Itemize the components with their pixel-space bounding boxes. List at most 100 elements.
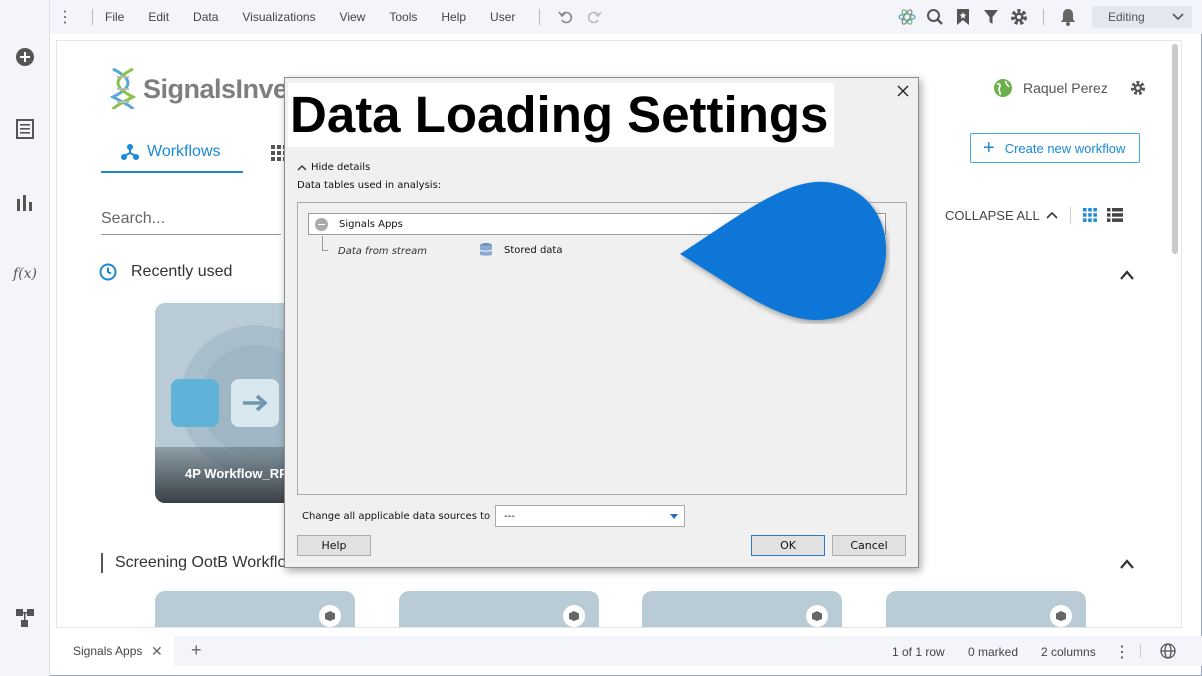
chevron-up-icon bbox=[297, 164, 307, 170]
screening-section-label: Screening OotB Workflow bbox=[115, 554, 298, 571]
menu-data[interactable]: Data bbox=[181, 10, 230, 24]
tree-connector bbox=[322, 236, 328, 251]
recently-used-label: Recently used bbox=[131, 263, 233, 280]
plus-icon: + bbox=[983, 137, 995, 159]
hide-details-label: Hide details bbox=[311, 162, 371, 173]
menu-edit[interactable]: Edit bbox=[136, 10, 181, 24]
workflow-card[interactable] bbox=[886, 591, 1086, 627]
scrollbar-thumb[interactable] bbox=[1172, 44, 1178, 254]
dna-logo-icon bbox=[109, 67, 137, 110]
divider bbox=[539, 9, 541, 25]
undo-icon[interactable] bbox=[552, 3, 580, 31]
data-table-icon[interactable] bbox=[13, 117, 37, 141]
collapse-icon[interactable] bbox=[315, 218, 328, 231]
recently-used-header: Recently used bbox=[99, 263, 232, 281]
cancel-button[interactable]: Cancel bbox=[832, 535, 906, 556]
data-source-value: --- bbox=[504, 510, 515, 522]
stored-data-option[interactable]: Stored data bbox=[478, 242, 562, 258]
section-marker bbox=[101, 553, 103, 573]
settings-icon[interactable] bbox=[1005, 3, 1033, 31]
notification-bell-icon[interactable] bbox=[1054, 3, 1082, 31]
search-icon[interactable] bbox=[921, 3, 949, 31]
tab-workflows-label: Workflows bbox=[147, 143, 221, 160]
menu-view[interactable]: View bbox=[328, 10, 378, 24]
logo: SignalsInve bbox=[105, 67, 288, 111]
add-page-icon[interactable]: + bbox=[191, 640, 202, 661]
tab-workflows[interactable]: Workflows bbox=[101, 133, 243, 173]
menu-help[interactable]: Help bbox=[429, 10, 478, 24]
dropdown-arrow-icon bbox=[670, 514, 678, 519]
status-bar: Signals Apps ✕ + 1 of 1 row 0 marked 2 c… bbox=[56, 636, 1202, 666]
redo-icon[interactable] bbox=[580, 3, 608, 31]
divider bbox=[1069, 207, 1071, 223]
settings-icon[interactable] bbox=[1130, 80, 1146, 96]
change-sources-label: Change all applicable data sources to bbox=[302, 511, 491, 522]
data-source-select[interactable]: --- bbox=[495, 505, 685, 527]
chevron-up-icon[interactable] bbox=[1046, 211, 1058, 219]
help-button[interactable]: Help bbox=[297, 535, 371, 556]
card-node bbox=[231, 379, 279, 427]
more-vertical-icon[interactable]: ⋮ bbox=[1114, 642, 1130, 662]
filter-icon[interactable] bbox=[977, 3, 1005, 31]
left-rail: f(x) bbox=[0, 0, 50, 676]
globe-icon[interactable] bbox=[1160, 643, 1176, 659]
divider bbox=[1043, 9, 1044, 25]
chevron-up-icon[interactable] bbox=[1119, 269, 1135, 281]
page-tab-label: Signals Apps bbox=[73, 644, 143, 658]
more-vertical-icon[interactable]: ⋮ bbox=[50, 7, 80, 27]
view-tabs: Workflows bbox=[101, 133, 299, 173]
menu-user[interactable]: User bbox=[478, 10, 527, 24]
screening-section-header: Screening OotB Workflow bbox=[101, 553, 298, 573]
user-name: Raquel Perez bbox=[1023, 80, 1108, 96]
bookmark-icon[interactable] bbox=[949, 3, 977, 31]
create-workflow-button[interactable]: + Create new workflow bbox=[970, 133, 1140, 163]
source-label: Data from stream bbox=[338, 246, 427, 257]
menu-tools[interactable]: Tools bbox=[377, 10, 429, 24]
bar-chart-icon[interactable] bbox=[13, 190, 37, 214]
mode-select[interactable]: Editing bbox=[1092, 6, 1192, 28]
stored-data-label: Stored data bbox=[504, 244, 563, 256]
logo-text: SignalsInve bbox=[143, 73, 288, 104]
collapse-toolbar: COLLAPSE ALL bbox=[945, 207, 1123, 223]
page-tab[interactable]: Signals Apps ✕ bbox=[56, 636, 174, 666]
atom-icon[interactable] bbox=[893, 3, 921, 31]
user-menu[interactable]: Raquel Perez bbox=[993, 78, 1146, 98]
search-input[interactable]: Search... bbox=[101, 207, 281, 235]
menu-visualizations[interactable]: Visualizations bbox=[230, 10, 327, 24]
card-title: 4P Workflow_RP bbox=[185, 466, 288, 481]
chevron-down-icon bbox=[1172, 13, 1184, 21]
add-icon[interactable] bbox=[13, 45, 37, 69]
workflow-card[interactable] bbox=[155, 591, 355, 627]
hierarchy-icon[interactable] bbox=[13, 606, 37, 630]
list-view-icon[interactable] bbox=[1106, 208, 1123, 222]
database-icon bbox=[479, 243, 493, 256]
package-icon bbox=[319, 605, 341, 627]
grid-view-icon[interactable] bbox=[1082, 208, 1097, 222]
workflow-card[interactable] bbox=[642, 591, 842, 627]
drop-marker bbox=[680, 181, 887, 320]
divider bbox=[92, 9, 93, 25]
hide-details-toggle[interactable]: Hide details bbox=[297, 162, 370, 173]
marked-count: 0 marked bbox=[968, 645, 1019, 659]
collapse-all-button[interactable]: COLLAPSE ALL bbox=[945, 208, 1040, 223]
table-name: Signals Apps bbox=[339, 218, 403, 230]
create-workflow-label: Create new workflow bbox=[1004, 140, 1126, 156]
function-icon[interactable]: f(x) bbox=[13, 262, 37, 286]
divider bbox=[1140, 644, 1141, 658]
chevron-up-icon[interactable] bbox=[1119, 558, 1135, 570]
dialog-title: Data Loading Settings bbox=[288, 83, 835, 147]
mode-select-value: Editing bbox=[1108, 10, 1145, 24]
menubar-right: Editing bbox=[893, 0, 1192, 34]
arrow-right-icon bbox=[243, 394, 268, 412]
globe-icon bbox=[994, 79, 1012, 97]
workflow-card[interactable] bbox=[399, 591, 599, 627]
ok-button[interactable]: OK bbox=[751, 535, 825, 556]
column-count: 2 columns bbox=[1041, 645, 1096, 659]
tables-used-label: Data tables used in analysis: bbox=[297, 180, 442, 191]
close-icon[interactable] bbox=[895, 83, 911, 99]
card-node bbox=[171, 379, 219, 427]
workflow-icon bbox=[121, 144, 139, 160]
package-icon bbox=[1050, 605, 1072, 627]
close-icon[interactable]: ✕ bbox=[151, 643, 163, 660]
menu-file[interactable]: File bbox=[105, 10, 136, 24]
